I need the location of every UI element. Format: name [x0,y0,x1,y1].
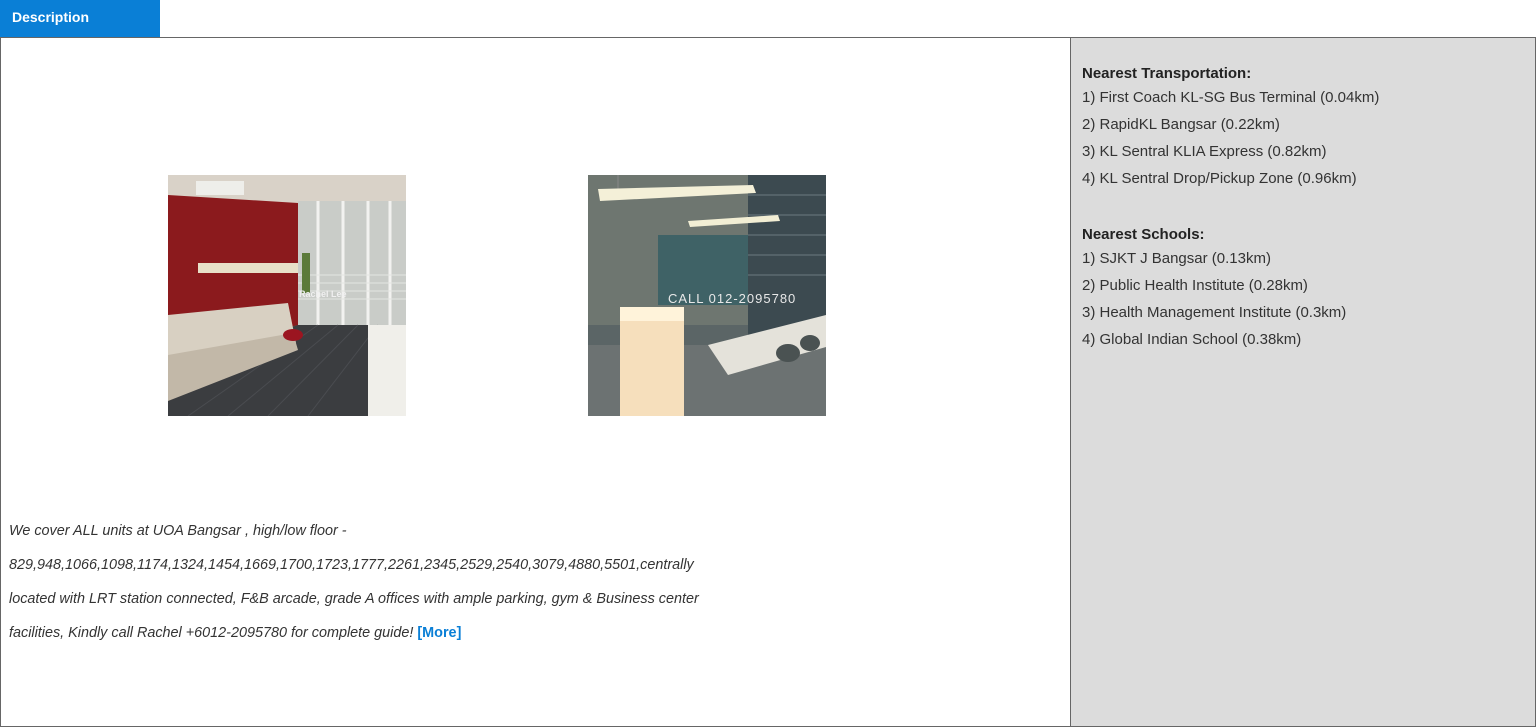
main-content: Rachel Lee CALL 012-2095780 We cover ALL… [1,38,1071,726]
schools-list: 1) SJKT J Bangsar (0.13km) 2) Public Hea… [1082,245,1535,353]
property-photo-lounge[interactable]: Rachel Lee [168,175,406,416]
list-item: 1) SJKT J Bangsar (0.13km) [1082,250,1271,267]
photo-lounge-image [168,175,406,416]
more-link[interactable]: [More] [417,625,461,641]
list-item: 2) RapidKL Bangsar (0.22km) [1082,116,1280,133]
schools-heading: Nearest Schools: [1082,226,1205,243]
transportation-heading: Nearest Transportation: [1082,65,1252,82]
description-line: 829,948,1066,1098,1174,1324,1454,1669,17… [9,557,694,573]
description-line-text: facilities, Kindly call Rachel +6012-209… [9,625,414,641]
nearest-schools: Nearest Schools: 1) SJKT J Bangsar (0.13… [1082,225,1535,353]
tab-strip: Description [0,0,1538,37]
transportation-list: 1) First Coach KL-SG Bus Terminal (0.04k… [1082,84,1535,192]
list-item: 3) KL Sentral KLIA Express (0.82km) [1082,143,1327,160]
list-item: 1) First Coach KL-SG Bus Terminal (0.04k… [1082,89,1380,106]
nearest-transportation: Nearest Transportation: 1) First Coach K… [1082,64,1535,192]
description-line: facilities, Kindly call Rachel +6012-209… [9,616,1059,650]
list-item: 3) Health Management Institute (0.3km) [1082,304,1347,321]
description-line: We cover ALL units at UOA Bangsar , high… [9,523,347,539]
property-photo-workspace[interactable]: CALL 012-2095780 [588,175,826,416]
list-item: 2) Public Health Institute (0.28km) [1082,277,1308,294]
nearby-sidebar: Nearest Transportation: 1) First Coach K… [1071,38,1535,726]
photo-watermark: Rachel Lee [299,289,347,299]
listing-description: We cover ALL units at UOA Bangsar , high… [9,514,1059,650]
description-line: located with LRT station connected, F&B … [9,591,699,607]
list-item: 4) KL Sentral Drop/Pickup Zone (0.96km) [1082,170,1357,187]
description-panel: Rachel Lee CALL 012-2095780 We cover ALL… [0,37,1536,727]
list-item: 4) Global Indian School (0.38km) [1082,331,1302,348]
photo-watermark: CALL 012-2095780 [668,291,797,306]
tab-description[interactable]: Description [0,0,160,37]
